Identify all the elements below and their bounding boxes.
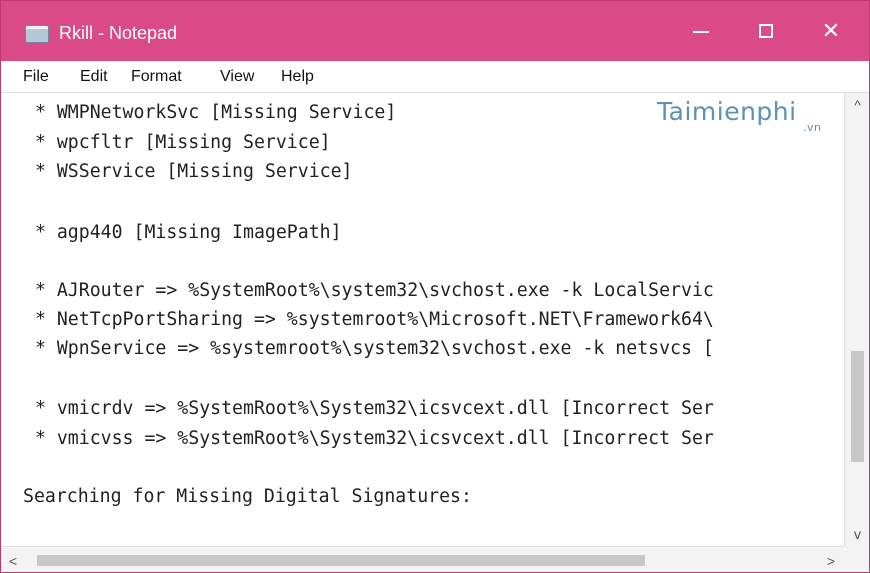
scroll-right-button[interactable]: > — [819, 547, 843, 572]
text-line: * WSService [Missing Service] — [24, 161, 353, 182]
text-line: * WpnService => %systemroot%\system32\sv… — [24, 338, 714, 359]
vertical-scroll-thumb[interactable] — [851, 351, 864, 462]
text-line: * wpcfltr [Missing Service] — [24, 132, 331, 153]
minimize-icon — [693, 31, 709, 33]
title-bar[interactable]: Rkill - Notepad ✕ — [1, 1, 869, 61]
menu-view[interactable]: View — [220, 67, 254, 87]
watermark-logo: Taimienphi .vn — [657, 97, 833, 151]
text-line: Searching for Missing Digital Signatures… — [23, 486, 472, 507]
notepad-icon — [25, 25, 49, 43]
menu-bar: File Edit Format View Help — [1, 61, 869, 93]
window-title: Rkill - Notepad — [59, 23, 178, 43]
horizontal-scroll-thumb[interactable] — [37, 555, 645, 566]
maximize-icon — [759, 24, 773, 38]
close-icon: ✕ — [821, 18, 841, 43]
text-line: * agp440 [Missing ImagePath] — [24, 222, 342, 243]
notepad-window: Rkill - Notepad ✕ File Edit Format View … — [0, 0, 870, 573]
chevron-right-icon: > — [826, 553, 836, 569]
text-line: * AJRouter => %SystemRoot%\system32\svch… — [24, 280, 714, 301]
scroll-up-button[interactable]: ^ — [845, 93, 869, 117]
vertical-scrollbar[interactable]: ^ v — [844, 93, 869, 546]
maximize-button[interactable] — [735, 1, 797, 61]
menu-format[interactable]: Format — [131, 67, 182, 87]
text-line: * vmicrdv => %SystemRoot%\System32\icsvc… — [24, 398, 714, 419]
menu-edit[interactable]: Edit — [80, 67, 108, 87]
text-editor[interactable]: * WMPNetworkSvc [Missing Service] * wpcf… — [1, 93, 869, 546]
scrollbar-corner — [844, 546, 869, 572]
scroll-down-button[interactable]: v — [845, 522, 869, 546]
chevron-down-icon: v — [854, 526, 861, 542]
close-button[interactable]: ✕ — [800, 1, 862, 61]
menu-file[interactable]: File — [23, 67, 49, 87]
menu-help[interactable]: Help — [281, 67, 314, 87]
chevron-up-icon: ^ — [854, 97, 861, 113]
scroll-left-button[interactable]: < — [1, 547, 25, 572]
text-line: * NetTcpPortSharing => %systemroot%\Micr… — [24, 309, 714, 330]
text-line: * vmicvss => %SystemRoot%\System32\icsvc… — [24, 428, 714, 449]
text-line: * WMPNetworkSvc [Missing Service] — [24, 102, 397, 123]
horizontal-scrollbar[interactable]: < > — [1, 546, 869, 572]
watermark-main-text: Taimienphi — [657, 97, 797, 126]
chevron-left-icon: < — [8, 553, 18, 569]
minimize-button[interactable] — [670, 1, 732, 61]
watermark-domain-text: .vn — [803, 121, 822, 134]
